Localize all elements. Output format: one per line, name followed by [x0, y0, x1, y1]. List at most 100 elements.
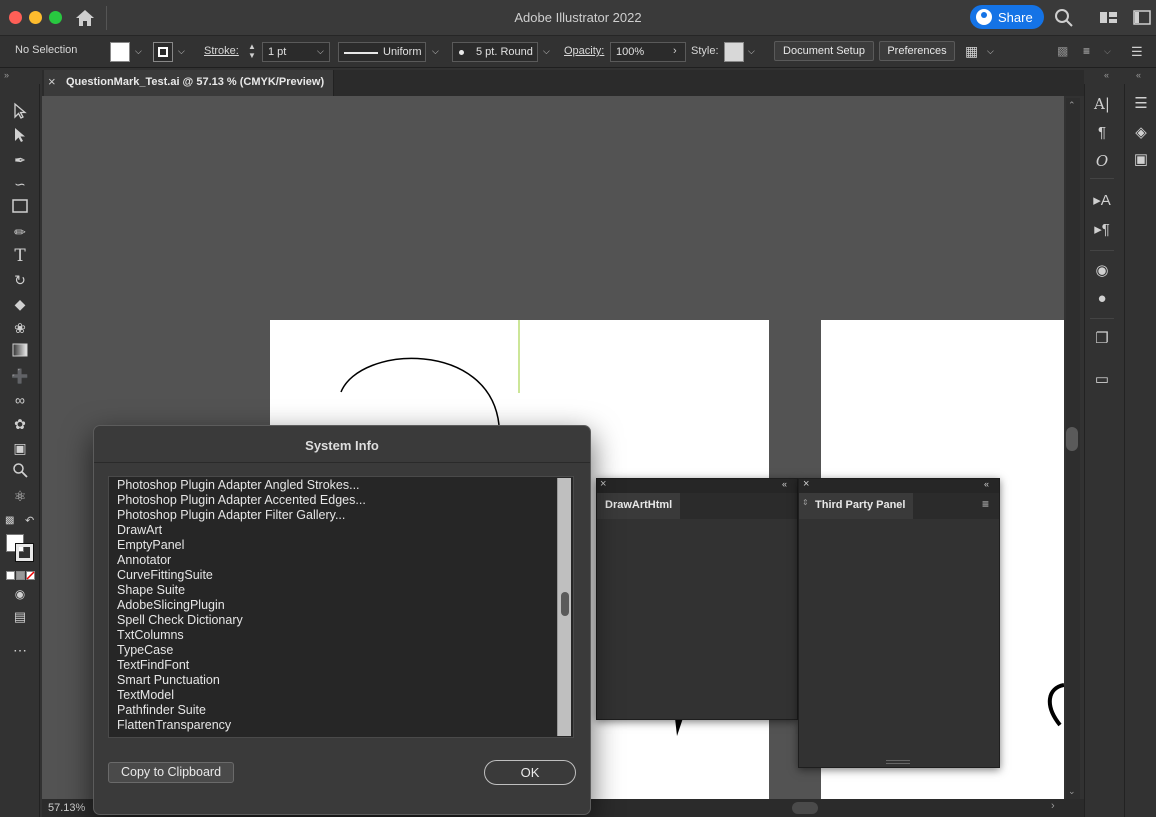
list-item[interactable]: EmptyPanel: [117, 538, 366, 553]
zoom-level[interactable]: 57.13%: [48, 802, 85, 814]
appearance-icon[interactable]: ◉: [1092, 261, 1112, 281]
control-menu-icon[interactable]: ☰: [1131, 44, 1145, 59]
color-mode-icons[interactable]: [6, 569, 36, 580]
graphic-styles-icon[interactable]: ●: [1092, 289, 1112, 309]
ok-button[interactable]: OK: [484, 760, 576, 785]
list-item[interactable]: TypeCase: [117, 643, 366, 658]
question-mark-art-2[interactable]: [1040, 680, 1064, 730]
blend-tool-icon[interactable]: ∞: [10, 390, 30, 410]
workspace-icon[interactable]: [1099, 10, 1118, 25]
arrange-documents-icon[interactable]: ▦: [965, 43, 983, 61]
close-icon[interactable]: ×: [48, 74, 56, 89]
list-item[interactable]: CurveFittingSuite: [117, 568, 366, 583]
list-scrollbar-thumb[interactable]: [561, 592, 569, 616]
list-item[interactable]: Spell Check Dictionary: [117, 613, 366, 628]
stroke-profile-dropdown-icon[interactable]: ⌵: [432, 46, 439, 57]
list-item[interactable]: Photoshop Plugin Adapter Filter Gallery.…: [117, 508, 366, 523]
list-item[interactable]: TextFindFont: [117, 658, 366, 673]
collapse-third-party-icon[interactable]: «: [984, 479, 989, 489]
collapse-drawart-icon[interactable]: «: [782, 479, 787, 489]
style-dropdown-icon[interactable]: ⌵: [748, 46, 755, 57]
opentype-icon[interactable]: O: [1092, 151, 1112, 171]
transform-icon[interactable]: ≡: [1083, 44, 1097, 58]
brush-dropdown-icon[interactable]: ⌵: [543, 46, 550, 57]
draw-mode-icon[interactable]: ◉: [10, 584, 30, 604]
list-item[interactable]: TxtColumns: [117, 628, 366, 643]
gradient-tool-icon[interactable]: [10, 342, 30, 362]
reorder-tab-icon[interactable]: ⇕: [802, 498, 809, 507]
drawart-panel-header[interactable]: [597, 479, 797, 493]
direct-selection-tool-icon[interactable]: [10, 126, 30, 146]
hamburger-menu-icon[interactable]: ≡: [982, 497, 989, 511]
list-item[interactable]: Photoshop Plugin Adapter Accented Edges.…: [117, 493, 366, 508]
artboard-tool-icon[interactable]: ▣: [10, 438, 30, 458]
paintbrush-tool-icon[interactable]: ✏: [10, 222, 30, 242]
arrange-icon[interactable]: [1133, 10, 1151, 25]
pen-tool-icon[interactable]: ✒: [10, 150, 30, 170]
align-icon[interactable]: ▩: [1057, 44, 1071, 58]
list-item[interactable]: AdobeSlicingPlugin: [117, 598, 366, 613]
list-scrollbar[interactable]: [557, 478, 571, 736]
symbol-sprayer-icon[interactable]: ✿: [10, 414, 30, 434]
horizontal-scrollbar-thumb[interactable]: [792, 802, 818, 814]
stroke-label[interactable]: Stroke:: [204, 45, 239, 57]
graphic-style-swatch[interactable]: [724, 42, 744, 62]
libraries-icon[interactable]: ▣: [1131, 150, 1151, 170]
transparency-icon[interactable]: ❐: [1092, 329, 1112, 349]
list-item[interactable]: Pathfinder Suite: [117, 703, 366, 718]
collapse-panel-icon[interactable]: «: [1104, 70, 1109, 80]
layers-icon[interactable]: ◈: [1131, 123, 1151, 143]
resize-grip-icon[interactable]: [886, 760, 910, 764]
zoom-tool-icon[interactable]: [10, 462, 30, 482]
search-icon[interactable]: [1054, 8, 1074, 28]
stroke-profile-select[interactable]: Uniform: [338, 42, 426, 62]
list-item[interactable]: Shape Suite: [117, 583, 366, 598]
lasso-tool-icon[interactable]: ❀: [10, 318, 30, 338]
comments-icon[interactable]: ▭: [1092, 370, 1112, 390]
close-icon[interactable]: ×: [600, 478, 606, 490]
third-party-tab[interactable]: Third Party Panel: [799, 493, 914, 519]
stroke-stepper[interactable]: ▲ ▼: [248, 42, 260, 62]
stroke-swatch-dropdown-icon[interactable]: ⌵: [178, 46, 185, 57]
curvature-tool-icon[interactable]: ∽: [10, 174, 30, 194]
paragraph-icon[interactable]: ¶: [1092, 123, 1112, 143]
type-tool-icon[interactable]: T: [10, 246, 30, 266]
list-item[interactable]: DrawArt: [117, 523, 366, 538]
puppet-warp-icon[interactable]: ⚛: [10, 486, 30, 506]
stroke-weight-dropdown-icon[interactable]: ⌵: [317, 46, 324, 57]
scroll-down-icon[interactable]: ⌄: [1068, 786, 1076, 797]
arrange-dropdown-icon[interactable]: ⌵: [987, 46, 994, 57]
scroll-up-icon[interactable]: ⌃: [1068, 100, 1076, 111]
fill-swatch[interactable]: [110, 42, 130, 62]
eraser-tool-icon[interactable]: ◆: [10, 294, 30, 314]
opacity-label[interactable]: Opacity:: [564, 45, 604, 57]
third-party-panel-header[interactable]: [799, 479, 999, 493]
rotate-tool-icon[interactable]: ↻: [10, 270, 30, 290]
copy-to-clipboard-button[interactable]: Copy to Clipboard: [108, 762, 234, 783]
selection-tool-icon[interactable]: [10, 102, 30, 122]
list-item[interactable]: Photoshop Plugin Adapter Angled Strokes.…: [117, 478, 366, 493]
eyedropper-tool-icon[interactable]: ➕: [10, 366, 30, 386]
screen-mode-icon[interactable]: ▤: [10, 607, 30, 627]
char-styles-icon[interactable]: ▸A: [1092, 191, 1112, 211]
default-colors-icon[interactable]: ▩: [5, 515, 17, 527]
more-tools-icon[interactable]: ⋯: [10, 640, 30, 660]
scroll-right-icon[interactable]: ›: [1051, 800, 1055, 812]
fill-dropdown-icon[interactable]: ⌵: [135, 46, 142, 57]
character-icon[interactable]: A|: [1092, 94, 1112, 114]
stroke-color-icon[interactable]: [15, 543, 34, 562]
collapse-panel-2-icon[interactable]: «: [1136, 70, 1141, 80]
brush-definition-select[interactable]: 5 pt. Round: [452, 42, 538, 62]
opacity-arrow-icon[interactable]: ›: [673, 45, 677, 57]
vertical-scrollbar-thumb[interactable]: [1066, 427, 1078, 451]
para-styles-icon[interactable]: ▸¶: [1092, 220, 1112, 240]
stroke-swatch[interactable]: [153, 42, 173, 62]
swap-colors-icon[interactable]: ↶: [25, 514, 37, 527]
collapse-toolbar-icon[interactable]: »: [4, 70, 9, 80]
close-icon[interactable]: ×: [803, 478, 809, 490]
share-button[interactable]: Share: [970, 5, 1044, 29]
document-setup-button[interactable]: Document Setup: [774, 41, 874, 61]
transform-dropdown-icon[interactable]: ⌵: [1104, 46, 1111, 57]
list-item[interactable]: TextModel: [117, 688, 366, 703]
rectangle-tool-icon[interactable]: [10, 198, 30, 218]
